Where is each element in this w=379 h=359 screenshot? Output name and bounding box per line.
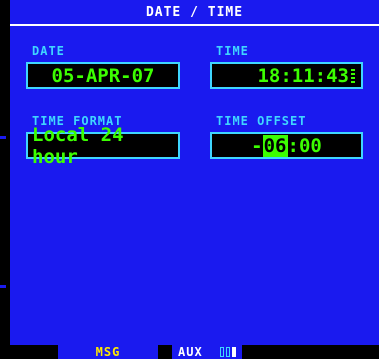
time-suffix-marker — [351, 68, 355, 83]
time-offset-rest: :00 — [287, 134, 322, 157]
side-tick-mark — [0, 136, 6, 139]
page-dot — [220, 347, 224, 357]
time-offset-label: TIME OFFSET — [216, 114, 307, 128]
side-tick-mark — [0, 285, 6, 288]
page-title: DATE / TIME — [145, 4, 244, 20]
time-format-field[interactable]: Local 24 hour — [26, 124, 180, 168]
time-offset-cursor-digits[interactable]: 06 — [262, 134, 288, 157]
page-dot — [226, 347, 230, 357]
page-dot-active — [232, 347, 236, 357]
time-format-value: Local 24 hour — [32, 123, 124, 168]
time-field: 18:11:43 — [210, 62, 363, 89]
date-value: 05-APR-07 — [51, 64, 155, 87]
date-time-page: DATE / TIME DATE 05-APR-07 TIME 18:11:43… — [10, 0, 379, 345]
time-label: TIME — [216, 44, 249, 58]
time-offset-field[interactable]: - 06 :00 — [210, 132, 363, 159]
page-indicator — [220, 347, 236, 357]
title-divider — [10, 24, 379, 26]
time-value: 18:11:43 — [257, 64, 349, 87]
msg-softkey[interactable]: MSG — [58, 345, 158, 359]
date-label: DATE — [32, 44, 65, 58]
aux-label: AUX — [178, 345, 203, 359]
time-offset-sign: - — [251, 134, 263, 157]
date-field[interactable]: 05-APR-07 — [26, 62, 180, 89]
